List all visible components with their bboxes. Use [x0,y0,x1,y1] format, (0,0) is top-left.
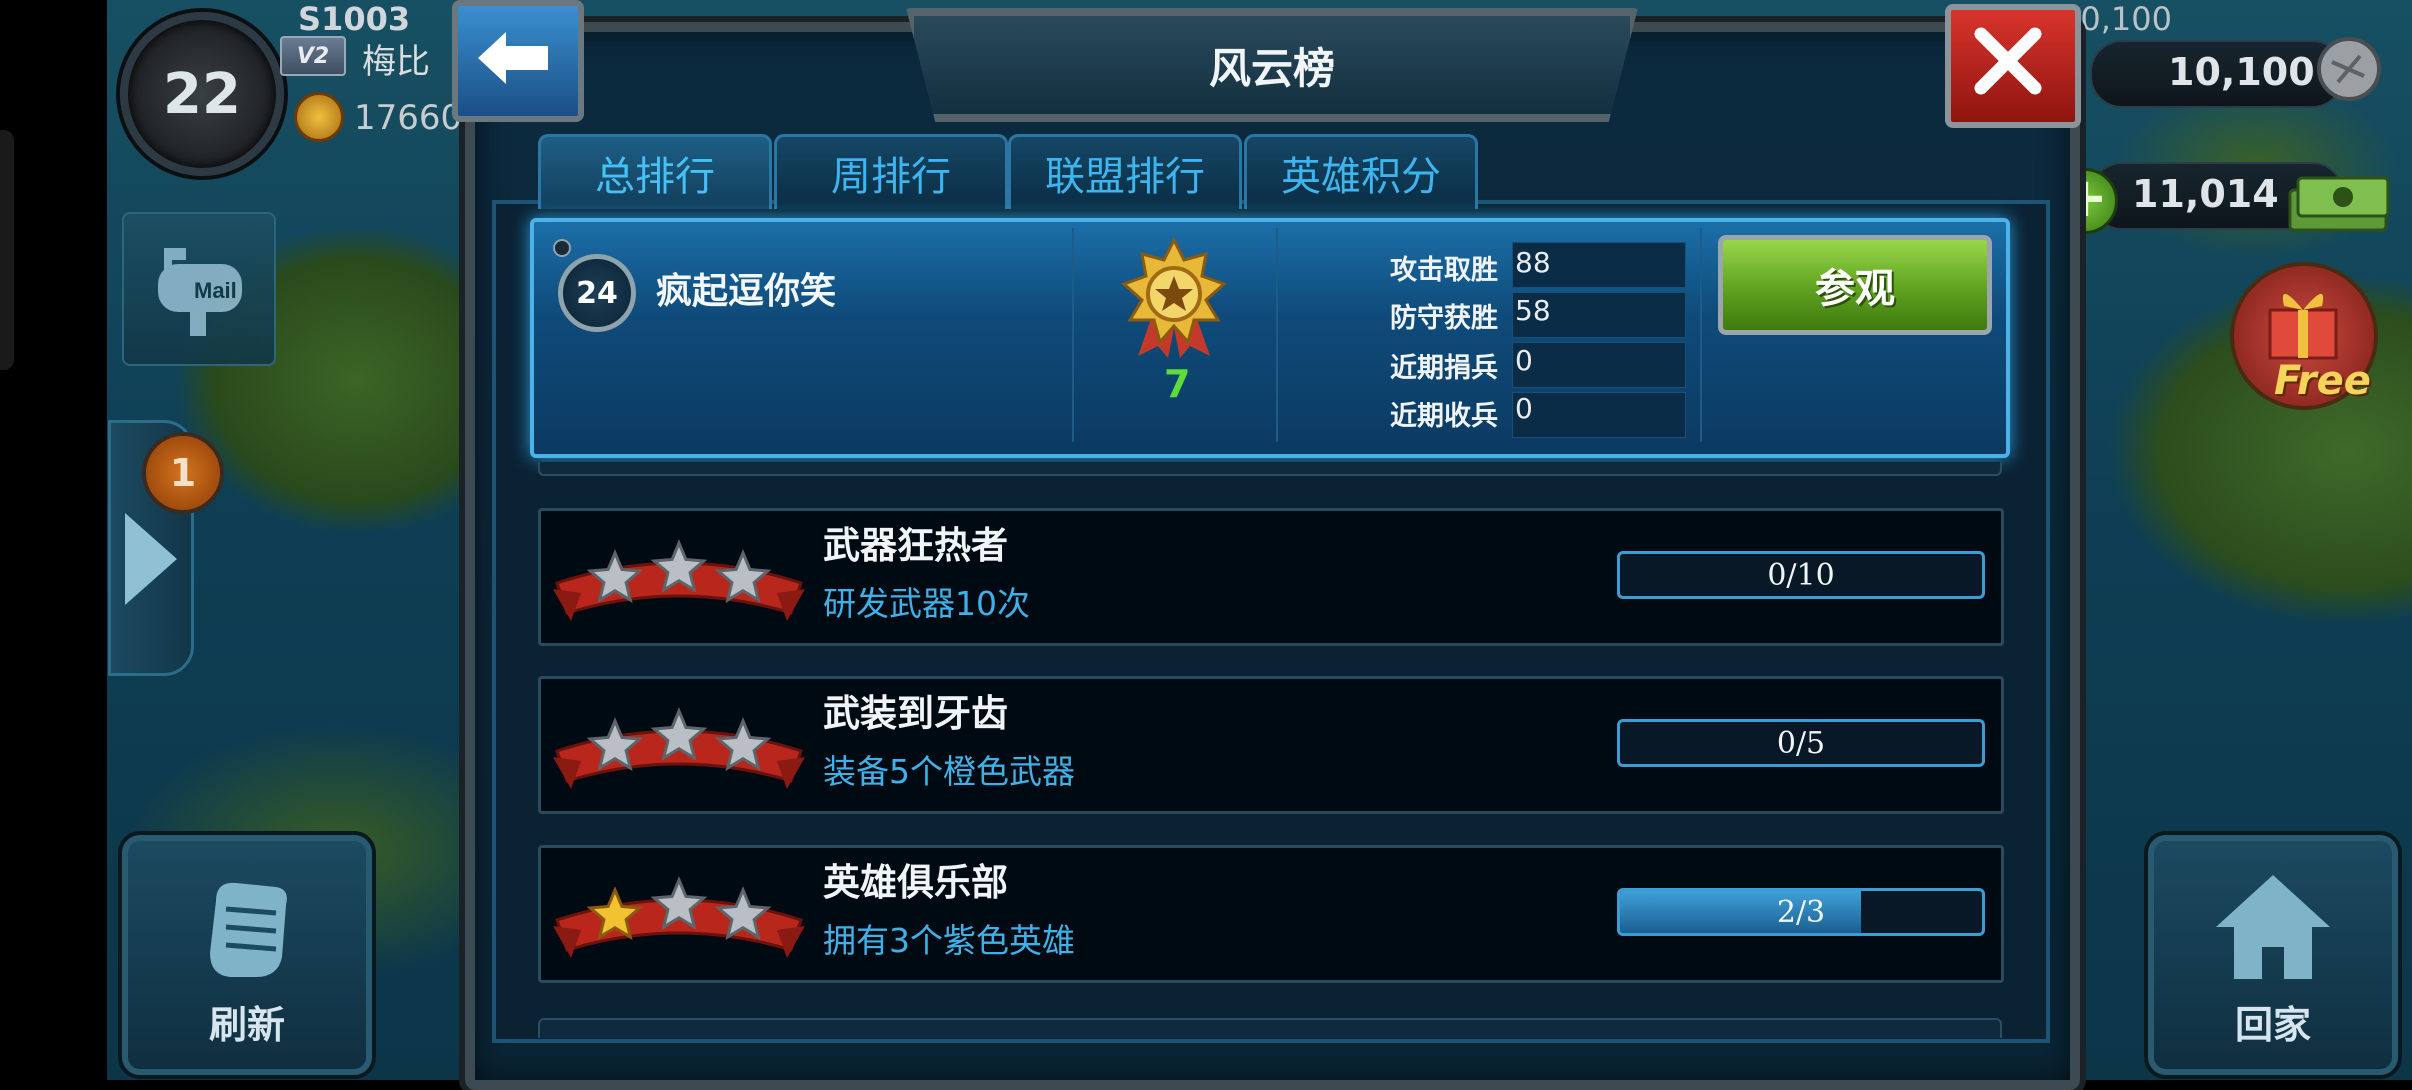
achievement-row: 武装到牙齿 装备5个橙色武器 0/5 [538,676,2004,814]
stat-received-troops-label: 近期收兵 [1390,401,1498,432]
card-divider [1276,228,1278,442]
achievement-progress-text: 2/3 [1776,895,1826,930]
achievement-progress-bar: 0/5 [1617,719,1985,767]
achievement-progress-bar: 0/10 [1617,551,1985,599]
device-edge [0,130,14,370]
achievement-progress-bar: 2/3 [1617,888,1985,936]
mail-button[interactable]: Mail [122,212,276,366]
power-icon [294,92,344,142]
list-separator [538,462,2002,476]
server-tag: S1003 [298,0,411,38]
refresh-label: 刷新 [208,1003,285,1047]
stat-donated-troops-label: 近期捐兵 [1390,353,1498,384]
rank-badge: 24 [558,254,636,332]
card-divider [1072,228,1074,442]
dialog-title: 风云榜 [1208,43,1335,93]
achievement-title: 武器狂热者 [823,524,1008,567]
stat-value-box [1512,392,1686,438]
tab-overall-ranking[interactable]: 总排行 [538,134,772,209]
home-icon [2216,875,2330,979]
free-label: Free [2274,358,2371,404]
back-button[interactable] [452,0,584,122]
home-button[interactable]: 回家 [2148,835,2398,1075]
star-ribbon-icon [553,707,805,789]
cash-icon [2288,176,2390,232]
close-button[interactable] [1945,4,2081,128]
resource-1-value: 10,100 [2168,50,2315,94]
medal-icon [1121,238,1227,358]
arrow-left-icon [478,32,548,84]
stat-attack-wins-label: 攻击取胜 [1390,255,1498,286]
resource-2-value: 11,014 [2132,172,2279,216]
vip-badge[interactable]: V2 [280,36,346,76]
player-name: 梅比 [362,42,430,82]
tab-weekly-ranking[interactable]: 周排行 [774,134,1008,209]
star-ribbon-icon [553,539,805,621]
mailbox-icon: Mail [158,248,242,336]
card-divider [1700,228,1702,442]
stat-defense-wins-label: 防守获胜 [1390,303,1498,334]
tab-hero-points[interactable]: 英雄积分 [1244,134,1478,209]
power-value: 17660 [354,98,463,138]
stat-attack-wins-value: 88 [1515,246,1551,279]
refresh-button[interactable]: 刷新 [122,835,372,1075]
achievement-title: 英雄俱乐部 [823,861,1008,904]
player-level-badge[interactable]: 22 [120,12,284,176]
visit-button[interactable]: 参观 [1718,235,1992,335]
notification-badge: 1 [142,432,224,514]
fist-icon [210,882,287,977]
stat-donated-troops-value: 0 [1515,344,1533,377]
achievement-progress-text: 0/10 [1767,558,1835,593]
free-gift-button[interactable]: Free [2230,262,2378,410]
home-label: 回家 [2234,1003,2311,1047]
achievement-row: 英雄俱乐部 拥有3个紫色英雄 2/3 [538,845,2004,983]
dialog-title-plate: 风云榜 [906,8,1638,122]
stone-resource-icon [2317,37,2381,101]
mail-label: Mail [194,278,237,303]
achievement-row: 武器狂热者 研发武器10次 0/10 [538,508,2004,646]
next-row-edge [538,1018,2002,1038]
gift-box-icon [2268,293,2338,360]
stat-defense-wins-value: 58 [1515,294,1551,327]
stat-received-troops-value: 0 [1515,392,1533,425]
medal-level: 7 [1164,362,1191,406]
bomb-icon [553,239,571,257]
achievement-progress-text: 0/5 [1776,726,1826,761]
achievement-description: 研发武器10次 [823,584,1030,623]
stat-value-box [1512,342,1686,388]
achievement-title: 武装到牙齿 [823,692,1008,735]
achievement-description: 装备5个橙色武器 [823,752,1075,791]
achievement-description: 拥有3个紫色英雄 [823,921,1075,960]
tab-alliance-ranking[interactable]: 联盟排行 [1008,134,1242,209]
star-ribbon-icon [553,876,805,958]
close-icon [1974,27,2042,95]
player-level: 22 [163,61,241,127]
arrow-right-icon [125,513,177,605]
player-card-name: 疯起逗你笑 [656,271,837,312]
